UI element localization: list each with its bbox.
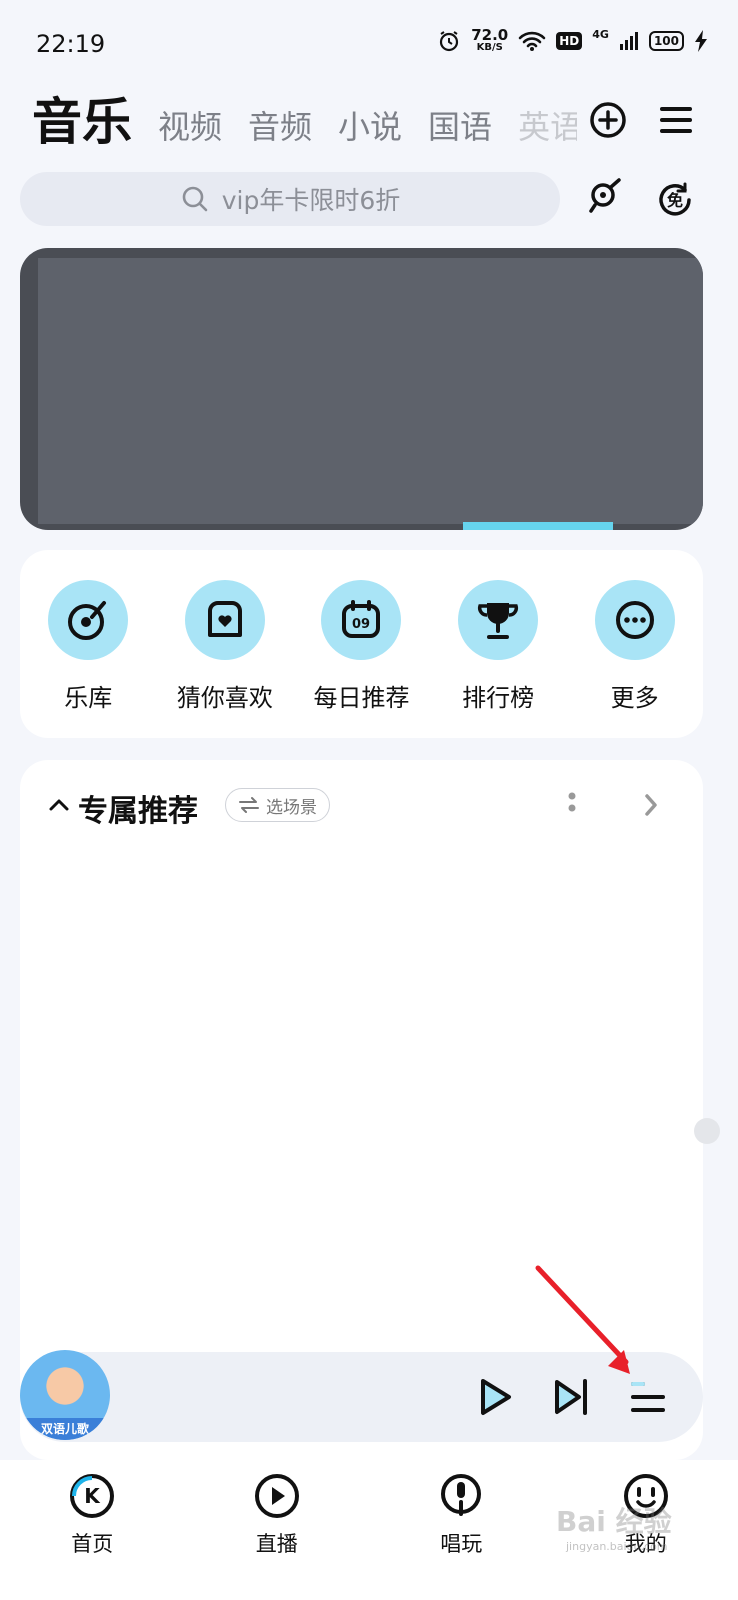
- search-placeholder: vip年卡限时6折: [221, 186, 401, 215]
- floating-handle[interactable]: [694, 1118, 720, 1144]
- choose-scene-button[interactable]: 选场景: [225, 788, 330, 822]
- swap-icon: [239, 797, 259, 813]
- more-icon: [615, 601, 654, 639]
- status-time: 22:19: [36, 30, 106, 58]
- watermark: Bai 经验: [556, 1505, 672, 1538]
- network-speed: 72.0 KB/S: [471, 28, 508, 53]
- battery-level: 100: [648, 30, 684, 51]
- quick-entry-charts[interactable]: 排行榜: [433, 580, 563, 713]
- watermark-url: jingyan.baidu.com: [566, 1540, 668, 1553]
- nav-home[interactable]: K 首页: [22, 1470, 162, 1600]
- collapse-icon[interactable]: [48, 796, 70, 814]
- tab-video[interactable]: 视频: [158, 102, 222, 154]
- hd-badge: HD: [556, 31, 583, 50]
- signal-icon: [619, 31, 638, 50]
- quick-entry-icon-bg: [458, 580, 539, 660]
- quick-entry-label: 更多: [610, 684, 659, 712]
- quick-entry-icon-bg: 09: [321, 580, 402, 660]
- chevron-right-icon[interactable]: [642, 792, 660, 818]
- network-type: 4G: [592, 28, 609, 41]
- category-tabs: 音乐 视频 音频 小说 国语 英语: [32, 84, 577, 154]
- svg-text:K: K: [85, 1484, 102, 1508]
- live-icon: [254, 1474, 299, 1518]
- alarm-icon: [440, 30, 459, 51]
- wifi-icon: [518, 31, 546, 51]
- quick-entry-label: 每日推荐: [313, 684, 410, 712]
- annotation-arrow: [535, 1265, 630, 1374]
- trophy-icon: [478, 603, 519, 639]
- status-bar: 22:19 72.0 KB/S HD 4G 100: [0, 0, 738, 86]
- search-bar[interactable]: vip年卡限时6折: [20, 172, 560, 226]
- nav-label: 首页: [71, 1532, 114, 1556]
- recommend-title: 专属推荐: [78, 794, 198, 829]
- promo-banner[interactable]: [20, 248, 703, 530]
- nav-label: 唱玩: [440, 1532, 483, 1556]
- mic-search-icon[interactable]: [586, 178, 626, 218]
- tab-novel[interactable]: 小说: [338, 102, 402, 154]
- tab-english[interactable]: 英语: [518, 102, 577, 154]
- banner-image: [38, 258, 703, 524]
- free-mode-icon[interactable]: 免: [655, 180, 695, 220]
- quick-entry-icon-bg: [594, 580, 675, 660]
- vinyl-icon: [68, 601, 107, 640]
- tab-mandarin[interactable]: 国语: [428, 102, 492, 154]
- nav-label: 直播: [255, 1532, 298, 1556]
- calendar-badge: 09: [352, 617, 370, 632]
- tab-music[interactable]: 音乐: [32, 84, 132, 154]
- add-icon[interactable]: [588, 100, 628, 140]
- quick-entry-icon-bg: [184, 580, 265, 660]
- quick-entry-label: 猜你喜欢: [176, 684, 273, 712]
- now-playing-cover[interactable]: 双语儿歌: [20, 1350, 110, 1440]
- home-k-icon: K: [70, 1474, 115, 1518]
- speed-unit: KB/S: [476, 42, 503, 53]
- calendar-icon: 09: [342, 600, 381, 638]
- menu-icon[interactable]: [656, 100, 696, 140]
- speed-value: 72.0: [471, 26, 509, 44]
- search-icon: [182, 186, 208, 212]
- play-icon[interactable]: [475, 1376, 515, 1418]
- choose-scene-label: 选场景: [266, 797, 317, 818]
- nav-live[interactable]: 直播: [207, 1470, 347, 1600]
- status-icons: 72.0 KB/S HD 4G 100: [437, 28, 708, 53]
- banner-accent: [463, 522, 613, 530]
- nav-sing[interactable]: 唱玩: [391, 1470, 531, 1600]
- mic-icon: [441, 1474, 482, 1516]
- charging-icon: [695, 29, 707, 52]
- quick-entry-more[interactable]: 更多: [570, 580, 700, 713]
- tab-audio[interactable]: 音频: [248, 102, 312, 154]
- heart-box-icon: [207, 601, 242, 637]
- quick-entry-daily[interactable]: 09 每日推荐: [296, 580, 426, 713]
- quick-entry-card: 乐库 猜你喜欢 09 每日推荐 排行榜 更多: [20, 550, 703, 738]
- quick-entry-label: 排行榜: [462, 684, 535, 712]
- quick-entry-guess[interactable]: 猜你喜欢: [160, 580, 290, 713]
- quick-entry-label: 乐库: [64, 684, 113, 712]
- more-options-icon[interactable]: [566, 790, 578, 820]
- quick-entry-icon-bg: [48, 580, 129, 660]
- quick-entry-library[interactable]: 乐库: [23, 580, 153, 713]
- cover-caption: 双语儿歌: [20, 1418, 110, 1440]
- svg-text:免: 免: [667, 191, 683, 210]
